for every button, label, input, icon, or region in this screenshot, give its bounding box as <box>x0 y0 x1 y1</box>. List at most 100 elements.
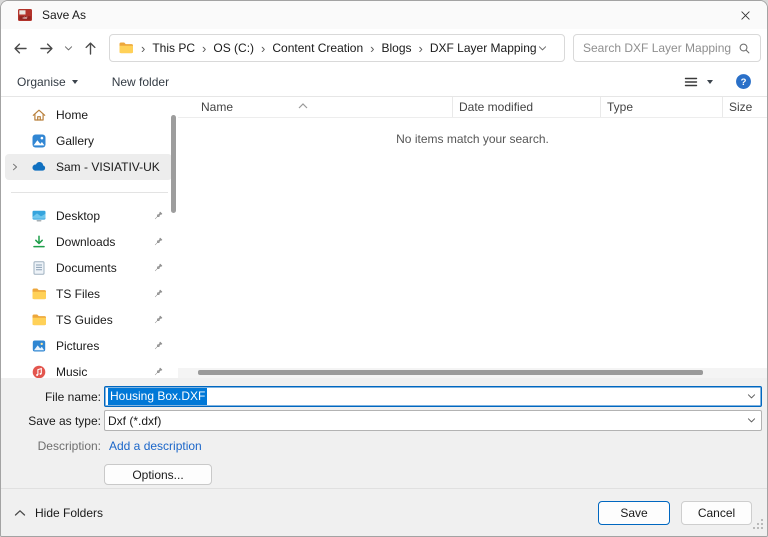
cancel-button[interactable]: Cancel <box>681 501 752 525</box>
sidebar-item-label: Documents <box>56 261 117 275</box>
save-as-type-value: Dxf (*.dxf) <box>108 414 161 428</box>
file-name-row: File name: Housing Box.DXF <box>1 386 767 407</box>
sidebar-item-ts-files[interactable]: TS Files <box>1 281 178 307</box>
title-bar: dxf Save As <box>1 1 767 29</box>
sidebar-item-label: Music <box>56 365 87 378</box>
horizontal-scrollbar-thumb[interactable] <box>198 370 703 375</box>
options-button[interactable]: Options... <box>104 464 212 485</box>
file-list: Name Date modified Type Size No items ma… <box>178 97 767 378</box>
column-label: Type <box>607 100 633 114</box>
chevron-right-icon[interactable] <box>10 162 20 172</box>
column-header-date-modified[interactable]: Date modified <box>452 97 600 117</box>
recent-locations-button[interactable] <box>59 35 77 61</box>
breadcrumb-separator: › <box>141 42 145 55</box>
onedrive-cloud-icon <box>31 159 47 175</box>
pin-icon <box>152 262 164 274</box>
add-description-link[interactable]: Add a description <box>109 439 202 453</box>
refresh-button[interactable] <box>562 41 565 55</box>
back-button[interactable] <box>7 35 33 61</box>
sidebar-item-label: TS Guides <box>56 313 113 327</box>
cancel-button-label: Cancel <box>698 506 735 520</box>
dxf-app-icon: dxf <box>17 7 33 23</box>
sidebar-item-documents[interactable]: Documents <box>1 255 178 281</box>
breadcrumb-item-content-creation[interactable]: Content Creation <box>272 41 363 55</box>
sidebar-item-music[interactable]: Music <box>1 359 178 378</box>
sidebar-item-onedrive[interactable]: Sam - VISIATIV-UK <box>5 154 172 180</box>
command-bar: Organise New folder ? <box>1 67 767 97</box>
breadcrumb-item-dxf-layer-mapping[interactable]: DXF Layer Mapping <box>430 41 537 55</box>
music-icon <box>31 364 47 378</box>
file-name-input[interactable]: Housing Box.DXF <box>104 386 762 407</box>
chevron-down-icon <box>63 43 74 54</box>
sidebar-item-downloads[interactable]: Downloads <box>1 229 178 255</box>
view-options-button[interactable] <box>683 74 699 90</box>
horizontal-scrollbar[interactable] <box>178 368 767 378</box>
save-form: File name: Housing Box.DXF Save as type:… <box>1 378 767 488</box>
hide-folders-button[interactable]: Hide Folders <box>14 506 103 520</box>
folder-icon <box>31 312 47 328</box>
sidebar-item-label: Downloads <box>56 235 115 249</box>
breadcrumb-separator: › <box>370 42 374 55</box>
sidebar-item-ts-guides[interactable]: TS Guides <box>1 307 178 333</box>
breadcrumb-separator: › <box>261 42 265 55</box>
desktop-icon <box>31 208 47 224</box>
folder-icon <box>118 40 134 56</box>
close-button[interactable] <box>723 1 767 29</box>
sidebar-divider <box>11 192 168 193</box>
sidebar-item-gallery[interactable]: Gallery <box>1 128 178 154</box>
sort-ascending-icon <box>298 98 308 112</box>
address-dropdown-button[interactable] <box>537 43 548 54</box>
new-folder-button[interactable]: New folder <box>112 75 169 89</box>
back-arrow-icon <box>12 40 29 57</box>
column-header-name[interactable]: Name <box>178 97 452 117</box>
breadcrumb-item-os-c[interactable]: OS (C:) <box>213 41 254 55</box>
save-as-dialog: dxf Save As › This PC › OS <box>0 0 768 537</box>
sidebar-item-label: TS Files <box>56 287 100 301</box>
resize-grip[interactable] <box>752 518 764 533</box>
chevron-up-icon <box>14 509 26 517</box>
view-caret-icon[interactable] <box>707 80 713 84</box>
save-as-type-select[interactable]: Dxf (*.dxf) <box>104 410 762 431</box>
save-button[interactable]: Save <box>598 501 670 525</box>
pin-icon <box>152 366 164 378</box>
window-title: Save As <box>42 8 86 22</box>
sidebar-item-desktop[interactable]: Desktop <box>1 203 178 229</box>
address-bar[interactable]: › This PC › OS (C:) › Content Creation ›… <box>109 34 565 62</box>
description-row: Description: Add a description <box>1 438 767 453</box>
sidebar-scrollbar[interactable] <box>171 115 176 213</box>
up-button[interactable] <box>77 35 103 61</box>
description-label: Description: <box>1 439 101 453</box>
pin-icon <box>152 236 164 248</box>
chevron-down-icon[interactable] <box>746 391 757 402</box>
gallery-icon <box>31 133 47 149</box>
help-button[interactable]: ? <box>735 73 752 90</box>
breadcrumb-item-this-pc[interactable]: This PC <box>152 41 195 55</box>
sidebar-item-home[interactable]: Home <box>1 102 178 128</box>
breadcrumb-separator: › <box>419 42 423 55</box>
search-box[interactable] <box>573 34 761 62</box>
breadcrumb-separator: › <box>202 42 206 55</box>
file-name-value: Housing Box.DXF <box>108 388 207 405</box>
pictures-icon <box>31 338 47 354</box>
chevron-down-icon[interactable] <box>746 415 757 426</box>
search-icon <box>738 42 751 55</box>
save-as-type-row: Save as type: Dxf (*.dxf) <box>1 410 767 431</box>
column-header-type[interactable]: Type <box>600 97 722 117</box>
empty-folder-message: No items match your search. <box>178 132 767 146</box>
column-label: Name <box>201 100 233 114</box>
search-input[interactable] <box>583 41 738 55</box>
sidebar-item-label: Pictures <box>56 339 99 353</box>
forward-button[interactable] <box>33 35 59 61</box>
sidebar-item-pictures[interactable]: Pictures <box>1 333 178 359</box>
sidebar-item-label: Home <box>56 108 88 122</box>
column-header-size[interactable]: Size <box>722 97 767 117</box>
breadcrumb-item-blogs[interactable]: Blogs <box>381 41 411 55</box>
up-arrow-icon <box>82 40 99 57</box>
pin-icon <box>152 288 164 300</box>
pin-icon <box>152 314 164 326</box>
sidebar-item-label: Gallery <box>56 134 94 148</box>
column-label: Size <box>729 100 752 114</box>
organise-button[interactable]: Organise <box>17 75 78 89</box>
sidebar-item-label: Sam - VISIATIV-UK <box>56 160 160 174</box>
pin-icon <box>152 340 164 352</box>
